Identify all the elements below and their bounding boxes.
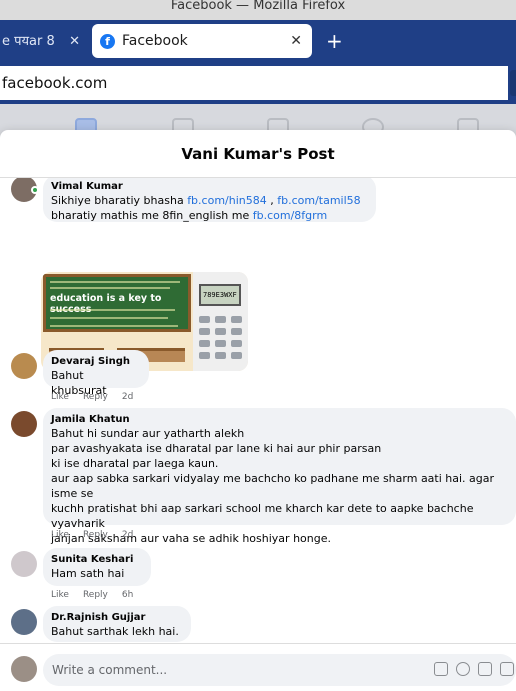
comment-bubble: Devaraj Singh Bahut khubsurat [43, 350, 149, 397]
comment-author[interactable]: Dr.Rajnish Gujjar [51, 611, 183, 624]
phone-key [231, 352, 242, 359]
comment-bubble: Vimal Kumar Sikhiye bharatiy bhasha fb.c… [43, 178, 376, 222]
avatar[interactable] [11, 656, 37, 682]
close-tab-icon[interactable]: ✕ [69, 27, 80, 57]
phone-key [199, 352, 210, 359]
like-button[interactable]: Like [51, 530, 69, 540]
comment-actions: Like Reply 6h [51, 589, 147, 601]
phone-key [199, 328, 210, 335]
navigation-toolbar: facebook.com [0, 62, 516, 104]
post-modal: Vani Kumar's Post Vimal Kumar Sikhiye bh… [0, 130, 516, 691]
phone-key [215, 340, 226, 347]
comment-text: aur aap sabka sarkari vidyalay me bachch… [51, 472, 495, 500]
online-status-icon [31, 186, 39, 194]
board-line [50, 317, 168, 319]
phone-key [231, 340, 242, 347]
like-button[interactable]: Like [51, 590, 69, 600]
board-line [50, 309, 175, 311]
comment-author[interactable]: Jamila Khatun [51, 413, 508, 426]
comments-list: Vimal Kumar Sikhiye bharatiy bhasha fb.c… [0, 178, 516, 643]
link-separator: , [266, 194, 278, 207]
comment-timestamp[interactable]: 6h [122, 590, 133, 600]
tab-facebook[interactable]: f Facebook ✕ [92, 24, 312, 58]
comment-actions: Like Reply 2d [51, 529, 147, 541]
comment-link[interactable]: fb.com/tamil58 [277, 194, 360, 207]
phone-key [231, 328, 242, 335]
emoji-icon[interactable] [456, 662, 470, 676]
board-line [50, 281, 180, 283]
facebook-favicon-icon: f [100, 34, 115, 49]
comment-line: bharatiy mathis me 8fin_english me [51, 209, 253, 222]
avatar[interactable] [11, 353, 37, 379]
gif-icon[interactable] [500, 662, 514, 676]
board-text: education is a key to success [50, 293, 162, 315]
board-line [50, 325, 178, 327]
phone-key [199, 340, 210, 347]
comment-timestamp[interactable]: 2d [122, 530, 133, 540]
close-tab-icon[interactable]: ✕ [290, 24, 302, 58]
comment-link[interactable]: fb.com/hin584 [187, 194, 267, 207]
comment-author[interactable]: Sunita Keshari [51, 553, 143, 566]
chalkboard-graphic: education is a key to success [43, 274, 191, 332]
modal-title: Vani Kumar's Post [0, 130, 516, 178]
comment-link[interactable]: fb.com/8fgrm [253, 209, 327, 222]
comment-text: par avashyakata ise dharatal par lane ki… [51, 442, 382, 455]
comment-line: Sikhiye bharatiy bhasha [51, 194, 188, 207]
comment-timestamp[interactable]: 2d [122, 392, 133, 402]
board-line [50, 287, 170, 289]
comment-bubble: Sunita Keshari Ham sath hai [43, 548, 151, 586]
avatar[interactable] [11, 609, 37, 635]
toolbar-edge [510, 70, 516, 96]
reply-button[interactable]: Reply [83, 590, 108, 600]
phone-screen: 789E3WXF [199, 284, 241, 306]
gif-sticker-icon[interactable] [434, 662, 448, 676]
comment-text: Sikhiye bharatiy bhasha fb.com/hin584 , … [51, 193, 368, 208]
tab-previous-label: e पयar 8 [2, 34, 55, 49]
reply-button[interactable]: Reply [83, 530, 108, 540]
new-tab-button[interactable]: + [326, 28, 343, 54]
address-bar[interactable]: facebook.com [0, 66, 508, 100]
avatar[interactable] [11, 411, 37, 437]
phone-key [231, 316, 242, 323]
camera-icon[interactable] [478, 662, 492, 676]
comment-bubble: Dr.Rajnish Gujjar Bahut sarthak lekh hai… [43, 606, 191, 642]
comment-composer: Write a comment... [0, 643, 516, 691]
reply-button[interactable]: Reply [83, 392, 108, 402]
comment-author[interactable]: Devaraj Singh [51, 355, 141, 368]
like-button[interactable]: Like [51, 392, 69, 402]
phone-key [215, 316, 226, 323]
comment-actions: Like Reply 2d [51, 391, 147, 403]
tab-previous[interactable]: e पयar 8 ✕ [0, 27, 88, 57]
comment-text: Bahut hi sundar aur yatharth alekh [51, 427, 245, 440]
comment-text: kuchh pratishat bhi aap sarkari school m… [51, 502, 474, 530]
comment-author[interactable]: Vimal Kumar [51, 180, 368, 193]
comment-text: Ham sath hai [51, 567, 125, 580]
comment-text: bharatiy mathis me 8fin_english me fb.co… [51, 208, 368, 223]
phone-key [199, 316, 210, 323]
tab-facebook-label: Facebook [122, 33, 188, 49]
comment-text: Bahut sarthak lekh hai. [51, 625, 179, 638]
phone-graphic: 789E3WXF [193, 272, 248, 371]
phone-key [215, 352, 226, 359]
avatar[interactable] [11, 551, 37, 577]
comment-text: ki ise dharatal par laega kaun. [51, 457, 219, 470]
phone-screen-text: 789E3WXF [203, 291, 237, 299]
tab-strip: e पयar 8 ✕ f Facebook ✕ + [0, 20, 516, 62]
phone-key [215, 328, 226, 335]
comment-bubble: Jamila Khatun Bahut hi sundar aur yathar… [43, 408, 516, 545]
window-title: Facebook — Mozilla Firefox [0, 0, 516, 20]
